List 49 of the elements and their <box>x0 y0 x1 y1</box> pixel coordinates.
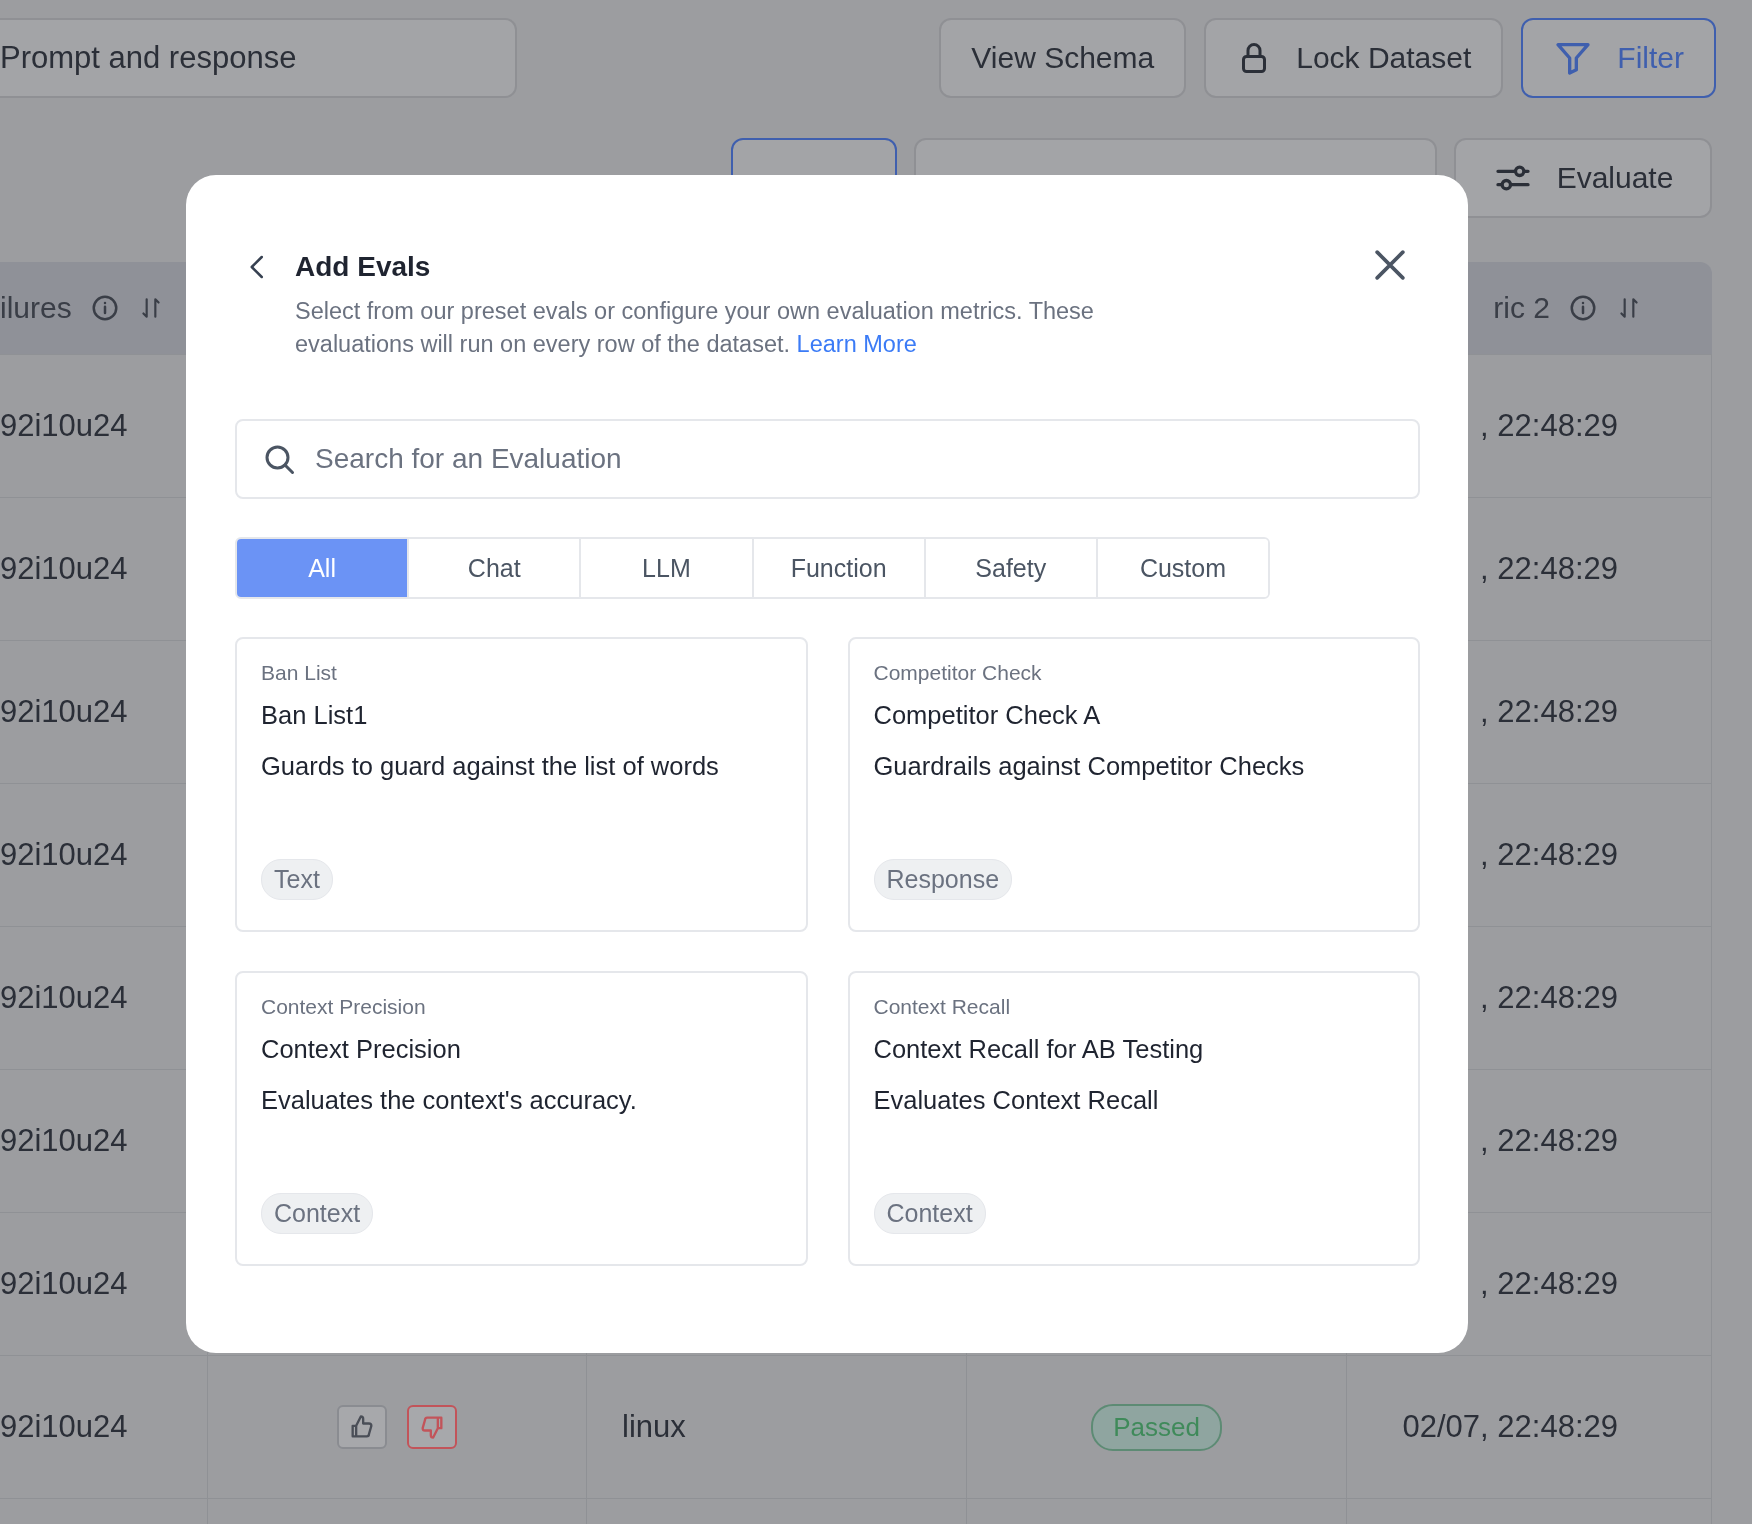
thumbs-up-button[interactable] <box>337 1405 387 1449</box>
eval-description: Guards to guard against the list of words <box>261 752 719 781</box>
lock-dataset-button[interactable]: Lock Dataset <box>1204 18 1504 98</box>
eval-description: Guardrails against Competitor Checks <box>873 752 1305 781</box>
search-field[interactable]: Search for an Evaluation <box>235 419 1420 499</box>
table-cell: 92i10u24 <box>0 408 128 444</box>
info-icon <box>1568 293 1598 323</box>
eval-title: Ban List1 <box>261 701 368 730</box>
eval-category: Context Recall <box>873 995 1011 1019</box>
table-cell: , 22:48:29 <box>1480 408 1618 444</box>
eval-card[interactable]: Context Recall Context Recall for AB Testing Evaluates Context Recall Context <box>847 971 1420 1266</box>
table-cell: 92i10u24 <box>0 551 128 587</box>
table-cell: 92i10u24 <box>0 1266 128 1302</box>
table-cell: , 22:48:29 <box>1480 837 1618 873</box>
table-cell: 92i10u24 <box>0 980 128 1016</box>
eval-title: Context Precision <box>261 1035 461 1064</box>
table-cell: 92i10u24 <box>0 837 128 873</box>
eval-title: Competitor Check A <box>873 701 1101 730</box>
eval-card[interactable]: Competitor Check Competitor Check A Guardrails against Competitor Checks Response <box>847 637 1420 932</box>
eval-category: Ban List <box>261 661 337 685</box>
table-cell: , 22:48:29 <box>1480 551 1618 587</box>
dialog-description: Select from our preset evals or configure your own evaluation metrics. These evaluations will run on every row of the dataset. Learn More <box>295 297 1095 359</box>
dataset-name-field[interactable]: Prompt and response <box>0 18 517 98</box>
table-cell: linux <box>622 1409 686 1445</box>
eval-tag: Text <box>261 859 333 900</box>
table-cell: , 22:48:29 <box>1480 1123 1618 1159</box>
eval-description: Evaluates the context's accuracy. <box>261 1086 637 1115</box>
table-cell: , 22:48:29 <box>1480 694 1618 730</box>
eval-title: Context Recall for AB Testing <box>873 1035 1204 1064</box>
view-schema-button[interactable]: View Schema <box>939 18 1187 98</box>
dialog-title: Add Evals <box>295 250 432 284</box>
learn-more-link[interactable]: Learn More <box>796 331 917 357</box>
eval-card[interactable]: Ban List Ban List1 Guards to guard against the list of words Text <box>235 637 808 932</box>
eval-tag: Context <box>261 1193 374 1234</box>
eval-category: Context Precision <box>261 995 426 1019</box>
eval-tag: Response <box>873 859 1013 900</box>
status-badge: Passed <box>1091 1403 1222 1451</box>
table-cell: 92i10u24 <box>0 694 128 730</box>
eval-description: Evaluates Context Recall <box>873 1086 1159 1115</box>
evaluate-button[interactable]: Evaluate <box>1454 138 1712 218</box>
table-cell: 02/07, 22:48:29 <box>1402 1409 1618 1445</box>
table-cell: , 22:48:29 <box>1480 980 1618 1016</box>
table-cell: 92i10u24 <box>0 1123 128 1159</box>
eval-tag: Context <box>873 1193 986 1234</box>
table-cell: , 22:48:29 <box>1480 1266 1618 1302</box>
table-cell: 92i10u24 <box>0 1409 128 1445</box>
thumbs-down-button[interactable] <box>407 1405 457 1449</box>
eval-category: Competitor Check <box>873 661 1042 685</box>
eval-card[interactable]: Context Precision Context Precision Evaluates the context's accuracy. Context <box>235 971 808 1266</box>
